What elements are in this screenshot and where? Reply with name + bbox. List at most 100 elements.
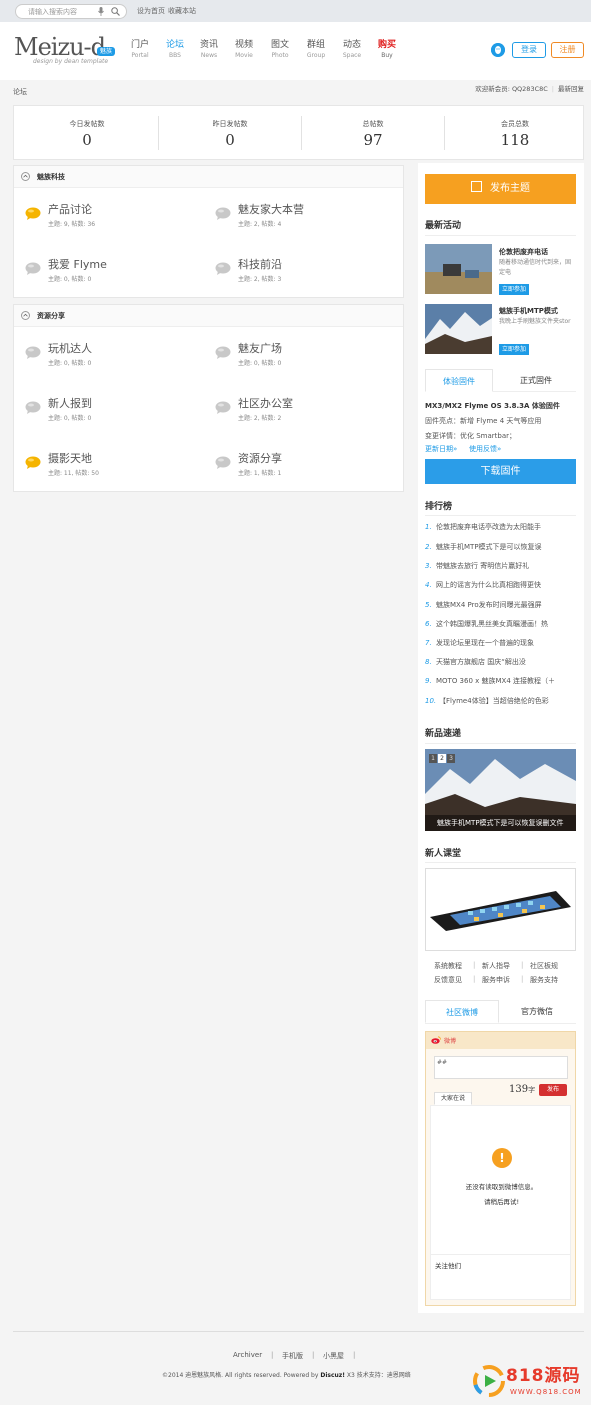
forum-name[interactable]: 魅友广场 <box>238 342 282 356</box>
slide-caption[interactable]: 魅族手机MTP模式下是可以恢复误删文件 <box>425 815 576 831</box>
rank-title[interactable]: 【Flyme4体验】当超倍绝伦的色彩 <box>439 697 549 705</box>
firmware-title[interactable]: MX3/MX2 Flyme OS 3.8.3A 体验固件 <box>425 401 560 411</box>
forum-item[interactable]: 科技前沿 主题: 2, 帖数: 3 <box>215 258 395 288</box>
forum-name[interactable]: 我爱 Flyme <box>48 258 107 272</box>
nav-portal[interactable]: 门户 Portal <box>125 39 155 61</box>
rank-title[interactable]: 这个韩国爆乳黑丝美女真瞩漫画！热 <box>436 620 548 628</box>
forum-item[interactable]: 玩机达人 主题: 0, 帖数: 0 <box>25 342 205 372</box>
rank-item[interactable]: 3. 带魅族去旅行 寄明信片赢好礼 <box>425 561 577 571</box>
weibo-input[interactable]: ## <box>434 1056 568 1079</box>
microphone-icon[interactable] <box>98 7 104 16</box>
qq-login-icon[interactable] <box>491 43 505 57</box>
rank-item[interactable]: 2. 魅族手机MTP模式下是可以恢复误 <box>425 542 577 552</box>
forum-item[interactable]: 社区办公室 主题: 2, 帖数: 2 <box>215 397 395 427</box>
event-title[interactable]: 伦敦把废弃电话 <box>499 247 548 257</box>
forum-name[interactable]: 玩机达人 <box>48 342 92 356</box>
forum-item[interactable]: 产品讨论 主题: 9, 帖数: 36 <box>25 203 205 233</box>
nav-bbs[interactable]: 论坛 BBS <box>160 39 190 61</box>
welcome-text[interactable]: 欢迎新会员: QQ283C8C <box>475 85 548 93</box>
forum-item[interactable]: 魅友广场 主题: 0, 帖数: 0 <box>215 342 395 372</box>
rank-title[interactable]: 天猫官方旗舰店 国庆“解出没 <box>436 658 526 666</box>
newbie-link[interactable]: 服务支持 <box>530 975 558 985</box>
forum-item[interactable]: 我爱 Flyme 主题: 0, 帖数: 0 <box>25 258 205 288</box>
rank-title[interactable]: MOTO 360 x 魅族MX4 连接教程（＋ <box>436 677 555 685</box>
event-title[interactable]: 魅族手机MTP模式 <box>499 306 558 316</box>
tab-everyone-says[interactable]: 大家在说 <box>434 1092 472 1105</box>
rank-item[interactable]: 5. 魅族MX4 Pro发布时间曝光最强屏 <box>425 600 577 610</box>
mobile-link[interactable]: 手机版 <box>282 1351 303 1361</box>
nav-group[interactable]: 群组 Group <box>301 39 331 61</box>
forum-item[interactable]: 魅友家大本营 主题: 2, 帖数: 4 <box>215 203 395 233</box>
forum-item[interactable]: 新人报到 主题: 0, 帖数: 0 <box>25 397 205 427</box>
feedback-link[interactable]: 使用反馈» <box>469 444 501 454</box>
rank-title[interactable]: 带魅族去旅行 寄明信片赢好礼 <box>436 562 529 570</box>
slide-dot[interactable]: 1 <box>429 754 437 763</box>
publish-topic-button[interactable]: 发布主题 <box>425 174 576 204</box>
set-homepage-link[interactable]: 设为首页 <box>137 6 165 16</box>
tab-official-wechat[interactable]: 官方微信 <box>500 1000 574 1023</box>
forum-name[interactable]: 魅友家大本营 <box>238 203 304 217</box>
rank-title[interactable]: 魅族MX4 Pro发布时间曝光最强屏 <box>436 601 542 609</box>
newbie-link[interactable]: 系统教程 <box>434 961 462 971</box>
forum-name[interactable]: 社区办公室 <box>238 397 293 411</box>
search-box[interactable]: 请输入搜索内容 <box>15 4 127 19</box>
site-logo[interactable]: Meizu-d <box>14 34 106 60</box>
follow-them[interactable]: 关注他们 <box>435 1260 461 1270</box>
forum-item[interactable]: 资源分享 主题: 1, 帖数: 1 <box>215 452 395 482</box>
collapse-icon[interactable] <box>21 172 30 181</box>
forum-name[interactable]: 科技前沿 <box>238 258 282 272</box>
group-title[interactable]: 魅族科技 <box>37 172 65 182</box>
forum-item[interactable]: 摄影天地 主题: 11, 帖数: 50 <box>25 452 205 482</box>
discuz-link[interactable]: Discuz! <box>320 1372 345 1379</box>
download-firmware-button[interactable]: 下载固件 <box>425 459 576 484</box>
rank-item[interactable]: 9. MOTO 360 x 魅族MX4 连接教程（＋ <box>425 676 577 686</box>
nav-photo[interactable]: 图文 Photo <box>265 39 295 61</box>
weibo-send-button[interactable]: 发布 <box>539 1084 567 1096</box>
nav-buy[interactable]: 购买 Buy <box>372 39 402 61</box>
nav-movie[interactable]: 视频 Movie <box>229 39 259 61</box>
forum-name[interactable]: 新人报到 <box>48 397 92 411</box>
rank-item[interactable]: 6. 这个韩国爆乳黑丝美女真瞩漫画！热 <box>425 619 577 629</box>
rank-title[interactable]: 伦敦把废弃电话亭改造为太阳能手 <box>436 523 541 531</box>
search-icon[interactable] <box>111 7 120 16</box>
latest-replies-link[interactable]: 最新回复 <box>558 85 584 93</box>
login-button[interactable]: 登录 <box>512 42 546 58</box>
forum-name[interactable]: 产品讨论 <box>48 203 92 217</box>
tab-stable-firmware[interactable]: 正式固件 <box>500 369 572 392</box>
slide-dot[interactable]: 3 <box>447 754 455 763</box>
tab-beta-firmware[interactable]: 体验固件 <box>425 369 493 392</box>
rank-item[interactable]: 7. 发现论坛里现在一个普遍的现象 <box>425 638 577 648</box>
nav-news[interactable]: 资讯 News <box>194 39 224 61</box>
phone-image[interactable] <box>425 868 576 951</box>
rank-title[interactable]: 网上的谣言为什么比真相跑得更快 <box>436 581 541 589</box>
rank-title[interactable]: 魅族手机MTP模式下是可以恢复误 <box>436 543 542 551</box>
rank-title[interactable]: 发现论坛里现在一个普遍的现象 <box>436 639 534 647</box>
nav-space[interactable]: 动态 Space <box>337 39 367 61</box>
rank-item[interactable]: 10. 【Flyme4体验】当超倍绝伦的色彩 <box>425 696 577 706</box>
rank-item[interactable]: 1. 伦敦把废弃电话亭改造为太阳能手 <box>425 522 577 532</box>
group-title[interactable]: 资源分享 <box>37 311 65 321</box>
search-input[interactable]: 请输入搜索内容 <box>28 7 77 17</box>
register-button[interactable]: 注册 <box>551 42 584 58</box>
event-thumbnail[interactable] <box>425 244 492 294</box>
rank-item[interactable]: 4. 网上的谣言为什么比真相跑得更快 <box>425 580 577 590</box>
newbie-link[interactable]: 新人指导 <box>482 961 510 971</box>
slide-dot[interactable]: 2 <box>438 754 446 763</box>
join-event-button[interactable]: 立即参加 <box>499 344 530 355</box>
blacklist-link[interactable]: 小黑屋 <box>323 1351 344 1361</box>
breadcrumb[interactable]: 论坛 <box>13 87 27 97</box>
collapse-icon[interactable] <box>21 311 30 320</box>
archiver-link[interactable]: Archiver <box>233 1351 262 1359</box>
newbie-link[interactable]: 反馈意见 <box>434 975 462 985</box>
bookmark-link[interactable]: 收藏本站 <box>168 6 196 16</box>
forum-name[interactable]: 摄影天地 <box>48 452 92 466</box>
event-thumbnail[interactable] <box>425 304 492 354</box>
newbie-link[interactable]: 社区板规 <box>530 961 558 971</box>
update-date-link[interactable]: 更新日期» <box>425 444 457 454</box>
logo-tagline: design by dean template <box>33 58 109 65</box>
newbie-link[interactable]: 服务申诉 <box>482 975 510 985</box>
tab-community-weibo[interactable]: 社区微博 <box>425 1000 499 1023</box>
rank-item[interactable]: 8. 天猫官方旗舰店 国庆“解出没 <box>425 657 577 667</box>
forum-name[interactable]: 资源分享 <box>238 452 282 466</box>
join-event-button[interactable]: 立即参加 <box>499 284 530 295</box>
